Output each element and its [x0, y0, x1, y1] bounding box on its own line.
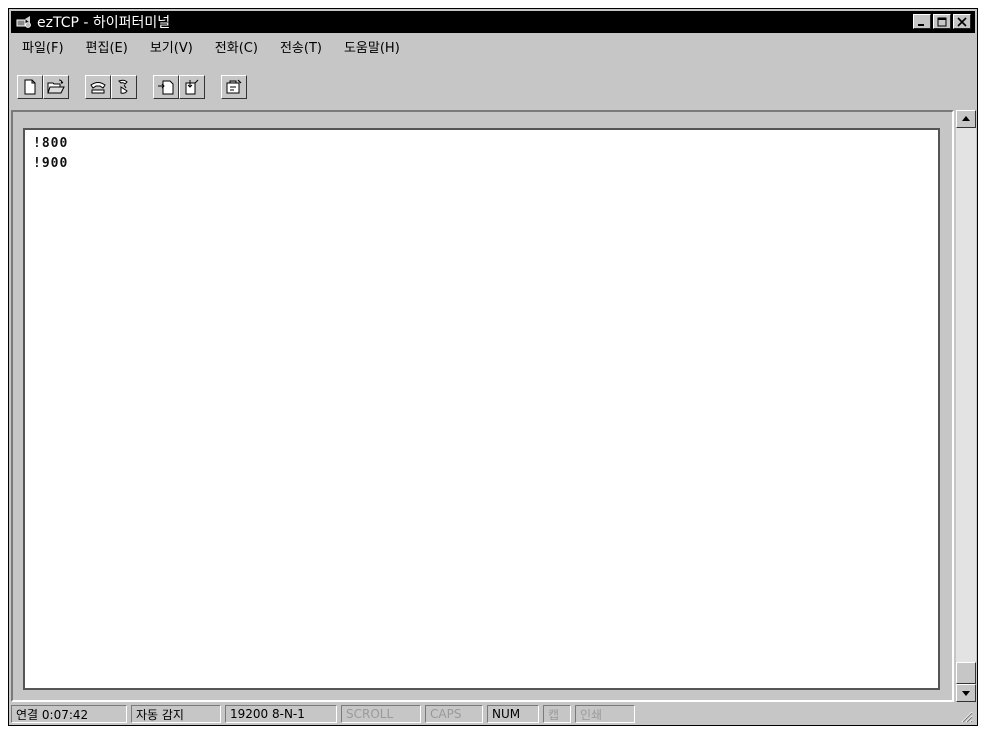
maximize-button[interactable]: [933, 14, 951, 29]
hyperterminal-icon[interactable]: [15, 14, 33, 30]
new-connection-button[interactable]: [17, 75, 43, 99]
menu-help[interactable]: 도움말(H): [333, 37, 411, 56]
arrow-down-icon: [962, 691, 970, 696]
terminal-line: !800: [33, 136, 69, 151]
status-connection-time: 연결 0:07:42: [11, 705, 127, 723]
menu-file[interactable]: 파일(F): [11, 37, 75, 56]
scroll-down-button[interactable]: [956, 684, 976, 702]
resize-grip-icon[interactable]: [959, 709, 973, 723]
menu-bar: 파일(F) 편집(E) 보기(V) 전화(C) 전송(T) 도움말(H): [11, 35, 975, 57]
send-file-icon: [158, 80, 174, 95]
open-folder-icon: [47, 79, 65, 94]
status-num: NUM: [487, 705, 539, 723]
properties-button[interactable]: [221, 75, 247, 99]
arrow-up-icon: [962, 116, 970, 121]
vertical-scrollbar[interactable]: [956, 110, 976, 702]
close-button[interactable]: [953, 14, 971, 29]
maximize-icon: [937, 17, 947, 26]
minimize-button[interactable]: [913, 14, 931, 29]
menu-transfer[interactable]: 전송(T): [269, 37, 333, 56]
status-detect: 자동 감지: [131, 705, 221, 723]
disconnect-button[interactable]: [111, 75, 137, 99]
hyperterminal-window: ezTCP - 하이퍼터미널 파일(F) 편집(E) 보기(V) 전화(C) 전…: [8, 8, 978, 726]
window-title: ezTCP - 하이퍼터미널: [37, 15, 171, 31]
terminal-screen[interactable]: !800 !900: [23, 128, 940, 690]
receive-file-icon: [185, 79, 199, 95]
scroll-thumb[interactable]: [956, 662, 976, 684]
minimize-icon: [918, 23, 924, 26]
close-icon: [957, 16, 967, 27]
call-button[interactable]: [85, 75, 111, 99]
status-print-echo: 인쇄: [575, 705, 635, 723]
dial-phone-icon: [90, 82, 106, 94]
open-button[interactable]: [43, 75, 69, 99]
title-bar[interactable]: ezTCP - 하이퍼터미널: [11, 11, 975, 33]
status-scroll: SCROLL: [341, 705, 421, 723]
disconnect-icon: [118, 79, 128, 94]
new-document-icon: [24, 79, 36, 95]
scroll-up-button[interactable]: [956, 110, 976, 128]
toolbar: [17, 73, 263, 101]
menu-view[interactable]: 보기(V): [139, 37, 204, 56]
terminal-frame: !800 !900: [11, 110, 954, 702]
send-button[interactable]: [153, 75, 179, 99]
properties-icon: [226, 79, 242, 94]
menu-edit[interactable]: 편집(E): [75, 37, 139, 56]
receive-button[interactable]: [179, 75, 205, 99]
terminal-line: !900: [33, 156, 69, 171]
status-bar: 연결 0:07:42 자동 감지 19200 8-N-1 SCROLL CAPS…: [11, 703, 975, 725]
status-capture: 캡: [543, 705, 571, 723]
status-caps: CAPS: [425, 705, 483, 723]
status-port-settings: 19200 8-N-1: [225, 705, 337, 723]
menu-call[interactable]: 전화(C): [204, 37, 269, 56]
